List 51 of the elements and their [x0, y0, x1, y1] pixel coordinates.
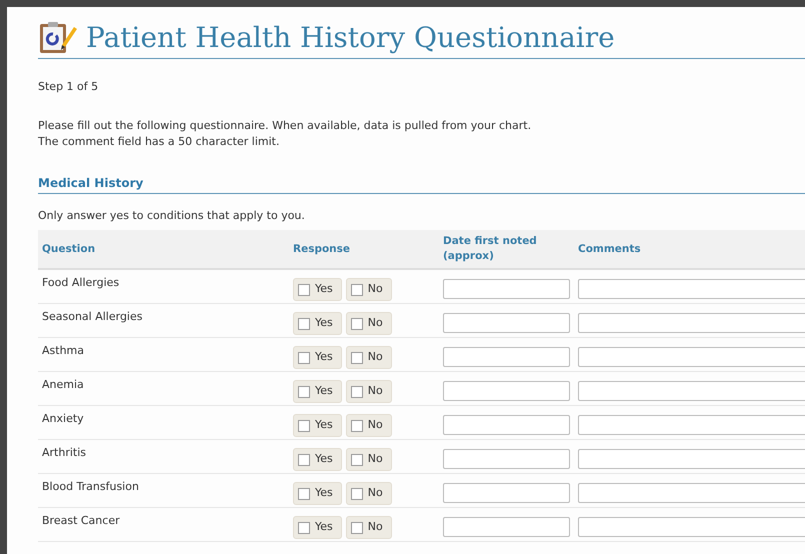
date-field[interactable] — [443, 516, 570, 536]
comment-field[interactable] — [578, 414, 805, 434]
comment-field[interactable] — [578, 312, 805, 332]
checkbox-option[interactable]: Yes — [293, 482, 342, 505]
date-field[interactable] — [443, 346, 570, 366]
checkbox-option[interactable]: Yes — [293, 312, 342, 335]
instruction-text: Please fill out the following questionnaire. When available, data is pulled from your chart. — [38, 118, 532, 134]
comment-field[interactable] — [578, 380, 805, 400]
comment-field[interactable] — [578, 346, 805, 366]
checkbox-option[interactable]: Yes — [293, 278, 342, 301]
checkbox-option[interactable]: No — [346, 380, 392, 403]
question-label: Anxiety — [42, 411, 84, 428]
checkbox-option[interactable]: Yes — [293, 346, 342, 369]
date-field[interactable] — [443, 380, 570, 400]
date-field[interactable] — [443, 448, 570, 468]
question-label: Asthma — [42, 343, 84, 360]
checkbox-option[interactable]: No — [346, 448, 392, 471]
date-field[interactable] — [443, 278, 570, 298]
question-label: Arthritis — [42, 445, 86, 462]
step-indicator: Step 1 of 5 — [38, 79, 100, 95]
checkbox-option[interactable]: No — [346, 278, 392, 301]
comment-field[interactable] — [578, 516, 805, 536]
instruction-text: The comment field has a 50 character limit. — [38, 134, 280, 150]
column-header: Response — [293, 242, 350, 256]
checkbox-option[interactable]: No — [346, 346, 392, 369]
section-note: Only answer yes to conditions that apply to you. — [38, 208, 306, 224]
question-label: Anemia — [42, 377, 84, 394]
checkbox-option[interactable]: No — [346, 516, 392, 539]
checkbox-option[interactable]: Yes — [293, 414, 342, 437]
checkbox-option[interactable]: Yes — [293, 448, 342, 471]
date-field[interactable] — [443, 482, 570, 502]
column-header: Date first noted (approx) — [443, 234, 538, 264]
checkbox-option[interactable]: No — [346, 312, 392, 335]
date-field[interactable] — [443, 414, 570, 434]
question-label: Food Allergies — [42, 275, 120, 292]
checkbox-option[interactable]: No — [346, 482, 392, 505]
comment-field[interactable] — [578, 448, 805, 468]
comment-field[interactable] — [578, 278, 805, 298]
checkbox-option[interactable]: Yes — [293, 516, 342, 539]
checkbox-option[interactable]: No — [346, 414, 392, 437]
clipboard-icon — [38, 21, 78, 55]
column-header: Question — [42, 242, 96, 256]
column-header: Comments — [578, 242, 641, 256]
question-label: Seasonal Allergies — [42, 309, 142, 326]
date-field[interactable] — [443, 312, 570, 332]
section-heading: Medical History — [38, 174, 805, 194]
checkbox-option[interactable]: Yes — [293, 380, 342, 403]
question-label: Breast Cancer — [42, 513, 120, 530]
page-title: Patient Health History Questionnaire — [86, 21, 615, 55]
comment-field[interactable] — [578, 482, 805, 502]
question-label: Blood Transfusion — [42, 479, 139, 496]
